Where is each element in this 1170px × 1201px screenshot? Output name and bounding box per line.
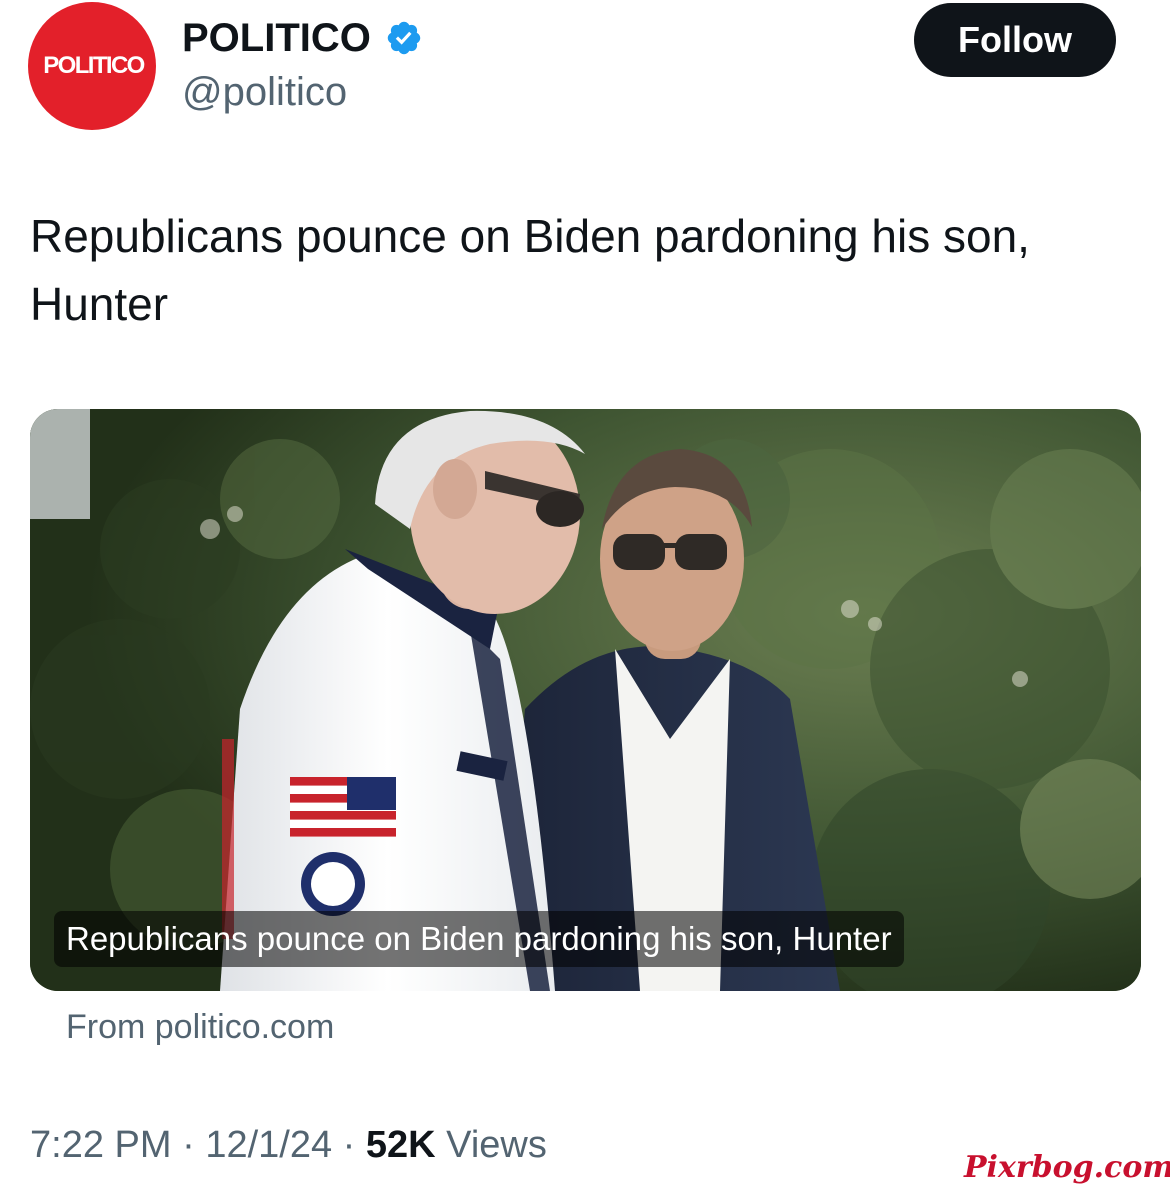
article-photo xyxy=(30,409,1141,991)
views-label: Views xyxy=(446,1124,547,1166)
views-count[interactable]: 52K xyxy=(366,1124,436,1166)
tweet-time[interactable]: 7:22 PM xyxy=(30,1124,172,1166)
tweet-meta: 7:22 PM · 12/1/24 · 52K Views xyxy=(30,1120,547,1170)
watermark: Pixrbog.com xyxy=(964,1150,1170,1185)
tweet-text: Republicans pounce on Biden pardoning hi… xyxy=(30,210,1030,330)
follow-button[interactable]: Follow xyxy=(914,3,1116,77)
link-source[interactable]: From politico.com xyxy=(66,1004,334,1050)
meta-separator: · xyxy=(182,1124,195,1166)
card-caption: Republicans pounce on Biden pardoning hi… xyxy=(54,911,904,967)
handle[interactable]: @politico xyxy=(182,68,347,116)
display-name[interactable]: POLITICO xyxy=(182,14,371,62)
avatar-logo-text: POLITICO xyxy=(43,52,145,79)
avatar[interactable]: POLITICO xyxy=(28,2,156,130)
verified-badge-icon[interactable] xyxy=(385,19,423,57)
display-name-row: POLITICO xyxy=(182,14,423,62)
tweet-date[interactable]: 12/1/24 xyxy=(205,1124,332,1166)
link-card[interactable]: Republicans pounce on Biden pardoning hi… xyxy=(30,409,1141,991)
meta-separator: · xyxy=(342,1124,356,1166)
